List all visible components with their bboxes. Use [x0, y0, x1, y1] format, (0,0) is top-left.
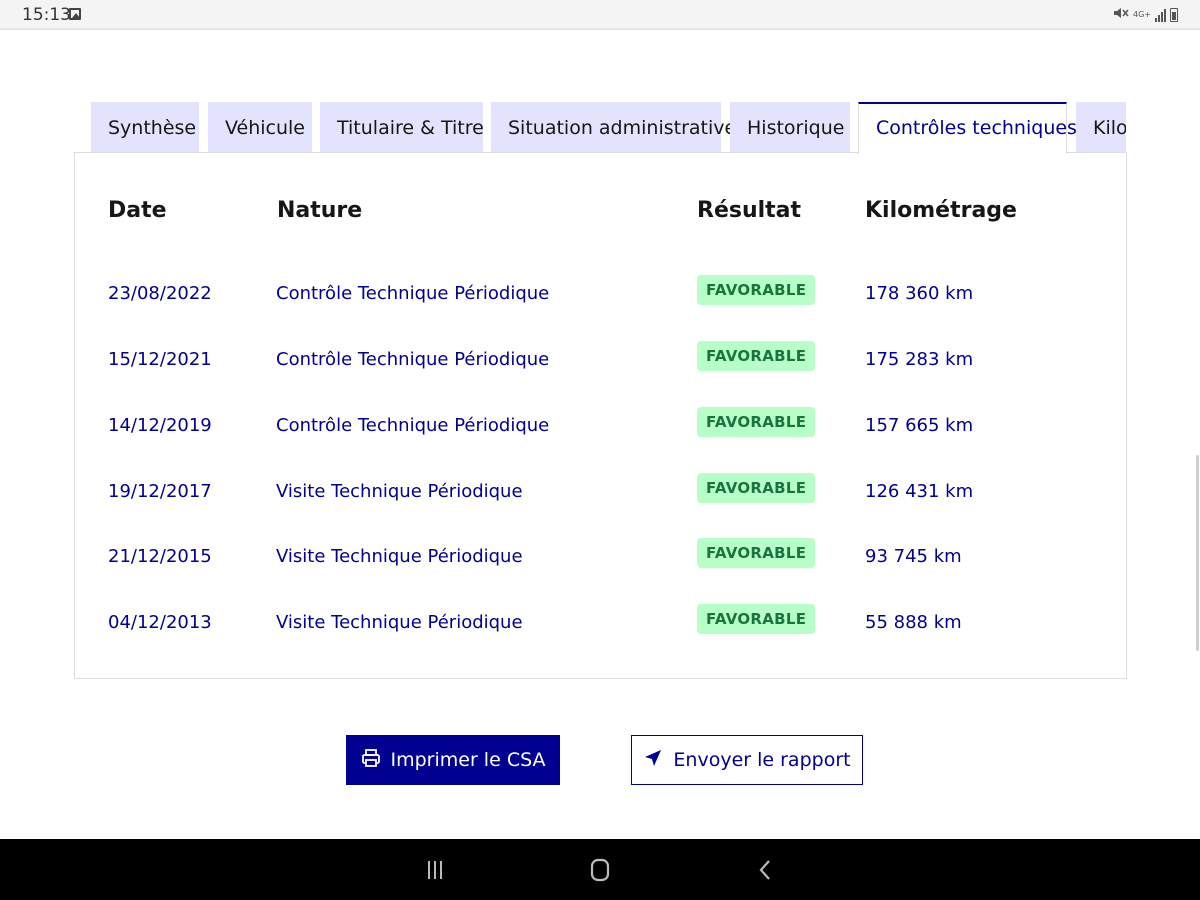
column-header-date: Date: [108, 198, 167, 223]
tab-kilometrage[interactable]: Kilo: [1076, 102, 1126, 154]
printer-icon: [361, 748, 381, 773]
recent-apps-icon[interactable]: [420, 857, 450, 883]
image-notification-icon: [69, 8, 81, 20]
tab-titulaire-titre[interactable]: Titulaire & Titre: [320, 102, 484, 154]
battery-icon: [1170, 8, 1178, 22]
result-badge: FAVORABLE: [697, 275, 816, 305]
print-csa-label: Imprimer le CSA: [390, 749, 546, 771]
tab-synthese[interactable]: Synthèse: [91, 102, 199, 154]
row-date: 23/08/2022: [108, 283, 212, 304]
row-date: 14/12/2019: [108, 415, 212, 436]
scrollbar[interactable]: [1196, 455, 1199, 651]
status-time: 15:13: [22, 5, 71, 25]
mute-icon: [1113, 6, 1129, 24]
technical-controls-panel: Date Nature Résultat Kilométrage 23/08/2…: [74, 152, 1127, 679]
send-icon: [643, 748, 663, 773]
row-nature: Visite Technique Périodique: [276, 546, 523, 567]
table-row: 23/08/2022 Contrôle Technique Périodique…: [75, 275, 1126, 315]
print-csa-button[interactable]: Imprimer le CSA: [346, 735, 560, 785]
back-icon[interactable]: [750, 857, 780, 883]
row-mileage: 55 888 km: [865, 612, 962, 633]
column-header-mileage: Kilométrage: [865, 198, 1017, 223]
row-mileage: 157 665 km: [865, 415, 974, 436]
result-badge: FAVORABLE: [697, 538, 816, 568]
tab-bar: Synthèse Véhicule Titulaire & Titre Situ…: [91, 102, 1126, 154]
result-badge: FAVORABLE: [697, 604, 816, 634]
row-nature: Contrôle Technique Périodique: [276, 283, 550, 304]
table-row: 15/12/2021 Contrôle Technique Périodique…: [75, 341, 1126, 381]
row-date: 21/12/2015: [108, 546, 212, 567]
send-report-label: Envoyer le rapport: [673, 749, 851, 771]
home-icon[interactable]: [585, 857, 615, 883]
row-nature: Visite Technique Périodique: [276, 481, 523, 502]
table-row: 04/12/2013 Visite Technique Périodique F…: [75, 604, 1126, 644]
result-badge: FAVORABLE: [697, 473, 816, 503]
navigation-bar: [0, 839, 1200, 900]
row-date: 15/12/2021: [108, 349, 212, 370]
row-nature: Contrôle Technique Périodique: [276, 415, 550, 436]
row-date: 04/12/2013: [108, 612, 212, 633]
tab-vehicule[interactable]: Véhicule: [208, 102, 312, 154]
table-row: 19/12/2017 Visite Technique Périodique F…: [75, 473, 1126, 513]
table-row: 21/12/2015 Visite Technique Périodique F…: [75, 538, 1126, 578]
row-nature: Contrôle Technique Périodique: [276, 349, 550, 370]
status-indicators: 4G+: [1113, 6, 1178, 24]
network-type: 4G+: [1133, 10, 1151, 19]
column-header-result: Résultat: [697, 198, 802, 223]
status-bar: 15:13 4G+: [0, 0, 1200, 30]
tab-situation-administrative[interactable]: Situation administrative: [491, 102, 736, 154]
tab-historique[interactable]: Historique: [730, 102, 850, 154]
send-report-button[interactable]: Envoyer le rapport: [631, 735, 863, 785]
row-mileage: 126 431 km: [865, 481, 974, 502]
column-header-nature: Nature: [277, 198, 363, 223]
row-mileage: 175 283 km: [865, 349, 974, 370]
result-badge: FAVORABLE: [697, 407, 816, 437]
row-date: 19/12/2017: [108, 481, 212, 502]
row-mileage: 93 745 km: [865, 546, 962, 567]
table-row: 14/12/2019 Contrôle Technique Périodique…: [75, 407, 1126, 447]
row-nature: Visite Technique Périodique: [276, 612, 523, 633]
tab-controles-techniques[interactable]: Contrôles techniques: [858, 102, 1077, 154]
row-mileage: 178 360 km: [865, 283, 974, 304]
result-badge: FAVORABLE: [697, 341, 816, 371]
signal-icon: [1155, 8, 1166, 22]
